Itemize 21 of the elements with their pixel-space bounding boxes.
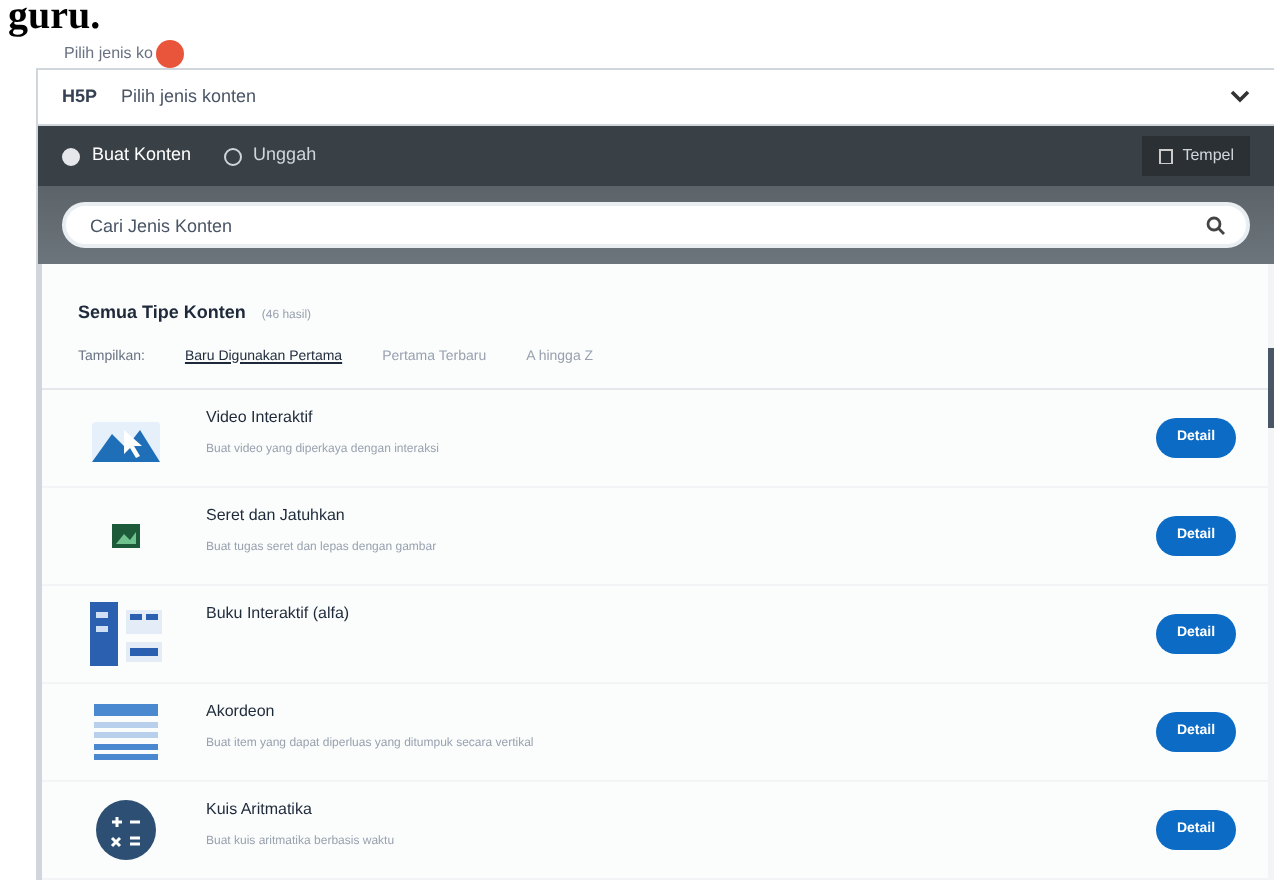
selector-placeholder: Pilih jenis konten [121, 83, 259, 110]
chevron-down-icon [1230, 90, 1250, 104]
clipboard-icon [1158, 148, 1175, 164]
field-label: Pilih jenis ko [64, 42, 153, 66]
search-icon [1206, 215, 1226, 235]
image-icon [112, 524, 140, 548]
mode-tab[interactable]: Buat Konten [62, 142, 192, 170]
list-title: Semua Tipe Konten [78, 300, 246, 326]
logo: H5P [62, 83, 98, 110]
content-type-name: Seret dan Jatuhkan [206, 504, 347, 528]
content-type-name: Kuis Aritmatika [206, 798, 314, 822]
paste-button[interactable]: Tempel [1142, 136, 1250, 176]
mode-tab[interactable]: Unggah [223, 142, 317, 170]
math-operators-icon [96, 800, 156, 860]
search-field[interactable]: Cari Jenis Konten [62, 202, 1250, 248]
content-type-name: Akordeon [206, 700, 277, 724]
content-type-name: Video Interaktif [206, 406, 315, 430]
page-heading: guru. [8, 0, 101, 38]
book-pages-icon [90, 602, 162, 666]
accordion-list-icon [94, 704, 158, 760]
content-type-name: Buku Interaktif (alfa) [206, 602, 352, 626]
